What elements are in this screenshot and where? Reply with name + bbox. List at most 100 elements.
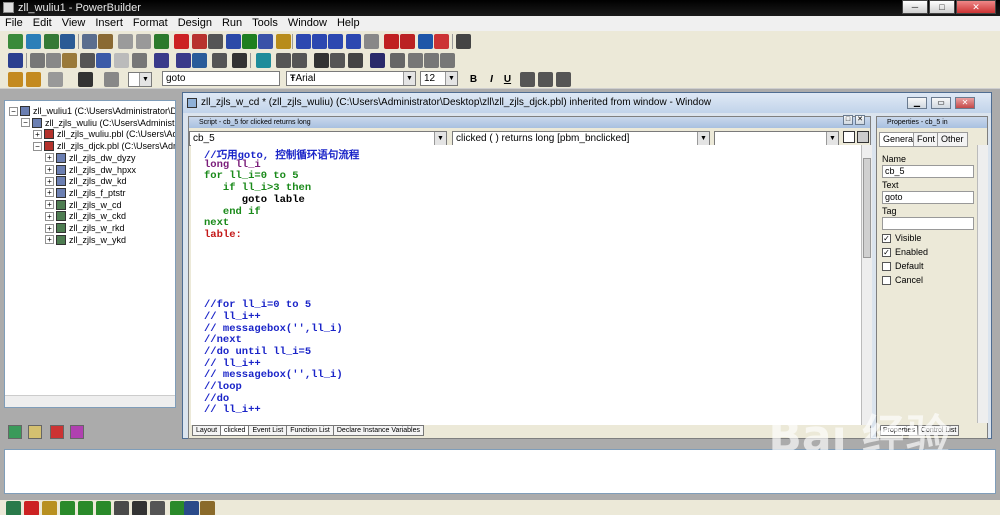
stats-icon[interactable]: [184, 501, 199, 515]
tree-item[interactable]: + zll_zjls_dw_dyzy: [45, 152, 136, 164]
italic-button[interactable]: I: [484, 72, 499, 87]
compile-icon[interactable]: [132, 53, 147, 68]
tab-clicked[interactable]: clicked: [220, 425, 250, 436]
tree-item[interactable]: + zll_zjls_dw_hpxx: [45, 164, 136, 176]
edit-icon[interactable]: [276, 34, 291, 49]
enabled-checkbox[interactable]: ✓ Enabled: [882, 247, 928, 257]
goto-line-icon[interactable]: [348, 53, 363, 68]
checkbox-box[interactable]: [882, 275, 891, 285]
painter-restore-button[interactable]: ▭: [931, 97, 951, 109]
tab-declare-instance-variables[interactable]: Declare Instance Variables: [332, 425, 425, 436]
library-painter-icon[interactable]: [82, 34, 97, 49]
clip-window-tab-icon[interactable]: [28, 425, 42, 439]
tree-expander-icon[interactable]: +: [45, 235, 54, 245]
ship-icon[interactable]: [200, 501, 215, 515]
menu-insert[interactable]: Insert: [90, 16, 128, 31]
script-close-icon[interactable]: ✕: [855, 115, 865, 125]
paste-statement-icon[interactable]: [440, 53, 455, 68]
tab-font[interactable]: Font: [913, 132, 940, 147]
new-icon[interactable]: [8, 34, 23, 49]
layer-icon[interactable]: [48, 72, 63, 87]
move-down-icon[interactable]: [96, 501, 111, 515]
menu-run[interactable]: Run: [217, 16, 247, 31]
clear-icon[interactable]: [80, 53, 95, 68]
comment-icon[interactable]: [276, 53, 291, 68]
tree-item[interactable]: + zll_zjls_w_rkd: [45, 222, 125, 234]
paste-object-icon[interactable]: [408, 53, 423, 68]
tree-item[interactable]: + zll_zjls_dw_kd: [45, 175, 127, 187]
tree-expander-icon[interactable]: +: [45, 200, 54, 210]
tree-expander-icon[interactable]: +: [45, 176, 54, 186]
align-icon[interactable]: [296, 34, 311, 49]
chevron-down-icon[interactable]: ▼: [434, 132, 446, 145]
tree-item[interactable]: + zll_zjls_f_ptstr: [45, 187, 126, 199]
select-all-icon[interactable]: [256, 53, 271, 68]
output-tab-icon[interactable]: [50, 425, 64, 439]
system-tree-tab-icon[interactable]: [8, 425, 22, 439]
tree-item[interactable]: − zll_wuliu1 (C:\Users\Administrator\Desk: [9, 105, 175, 117]
tab-order-icon[interactable]: [364, 34, 379, 49]
flash-icon[interactable]: [42, 501, 57, 515]
menu-file[interactable]: File: [0, 16, 28, 31]
query-icon[interactable]: [258, 34, 273, 49]
check-icon[interactable]: [24, 501, 39, 515]
text-field[interactable]: goto: [882, 191, 974, 204]
size-icon[interactable]: [328, 34, 343, 49]
script-editor[interactable]: //巧用goto, 控制循环语句流程 long ll_i for ll_i=0 to…: [191, 145, 861, 425]
tab-layout[interactable]: Layout: [192, 425, 222, 436]
tree-expander-icon[interactable]: +: [45, 188, 54, 198]
save-icon[interactable]: [8, 53, 23, 68]
menu-help[interactable]: Help: [332, 16, 365, 31]
todo-tab-icon[interactable]: [70, 425, 84, 439]
event-combo[interactable]: clicked ( ) returns long [pbm_bnclicked]…: [452, 131, 710, 146]
script-layout-icon[interactable]: [843, 131, 855, 143]
debug-icon[interactable]: [154, 34, 169, 49]
tree-expander-icon[interactable]: −: [21, 118, 30, 128]
menu-edit[interactable]: Edit: [28, 16, 57, 31]
chevron-down-icon[interactable]: ▼: [445, 72, 457, 85]
align-left-icon[interactable]: [520, 72, 535, 87]
paste-sql-icon[interactable]: [424, 53, 439, 68]
tree-item[interactable]: − zll_zjls_djck.pbl (C:\Users\Adm: [33, 140, 175, 152]
tree-expander-icon[interactable]: +: [45, 153, 54, 163]
tree-item[interactable]: + zll_zjls_w_ckd: [45, 210, 126, 222]
tree-item[interactable]: − zll_zjls_wuliu (C:\Users\Administrato: [21, 117, 175, 129]
move-up-icon[interactable]: [78, 501, 93, 515]
text-color-icon[interactable]: [78, 72, 93, 87]
menu-view[interactable]: View: [57, 16, 91, 31]
align-right-icon[interactable]: [556, 72, 571, 87]
properties-vertical-scrollbar[interactable]: [977, 145, 988, 423]
tree-expander-icon[interactable]: +: [33, 129, 42, 139]
ancestor-combo[interactable]: ▼: [714, 131, 839, 146]
browser-icon[interactable]: [60, 34, 75, 49]
menu-window[interactable]: Window: [283, 16, 332, 31]
object-icon[interactable]: [242, 34, 257, 49]
replace-icon[interactable]: [330, 53, 345, 68]
name-field[interactable]: cb_5: [882, 165, 974, 178]
notes-icon[interactable]: [150, 501, 165, 515]
tree-expander-icon[interactable]: +: [45, 223, 54, 233]
class-browser-icon[interactable]: [370, 53, 385, 68]
tree-expander-icon[interactable]: −: [9, 106, 18, 116]
runner-icon[interactable]: [418, 34, 433, 49]
send-back-icon[interactable]: [26, 72, 41, 87]
open-icon[interactable]: [44, 34, 59, 49]
tree-expander-icon[interactable]: −: [33, 141, 42, 151]
datawindow-painter-icon[interactable]: [136, 34, 151, 49]
play-icon[interactable]: [170, 501, 185, 515]
database-painter-icon[interactable]: [98, 34, 113, 49]
font-combo[interactable]: ŦArial ▼: [286, 71, 416, 86]
undo-icon[interactable]: [96, 53, 111, 68]
space-icon[interactable]: [312, 34, 327, 49]
run-icon[interactable]: [174, 34, 189, 49]
tree-item[interactable]: + zll_zjls_w_ykd: [45, 234, 126, 246]
declare-icon[interactable]: [212, 53, 227, 68]
inherit-icon[interactable]: [26, 34, 41, 49]
cancel-checkbox[interactable]: Cancel: [882, 275, 923, 285]
chevron-down-icon[interactable]: ▼: [697, 132, 709, 145]
bold-button[interactable]: B: [466, 72, 481, 87]
visible-checkbox[interactable]: ✓ Visible: [882, 233, 921, 243]
chevron-down-icon[interactable]: ▼: [826, 132, 838, 145]
maximize-button[interactable]: □: [929, 0, 955, 14]
menu-design[interactable]: Design: [173, 16, 217, 31]
